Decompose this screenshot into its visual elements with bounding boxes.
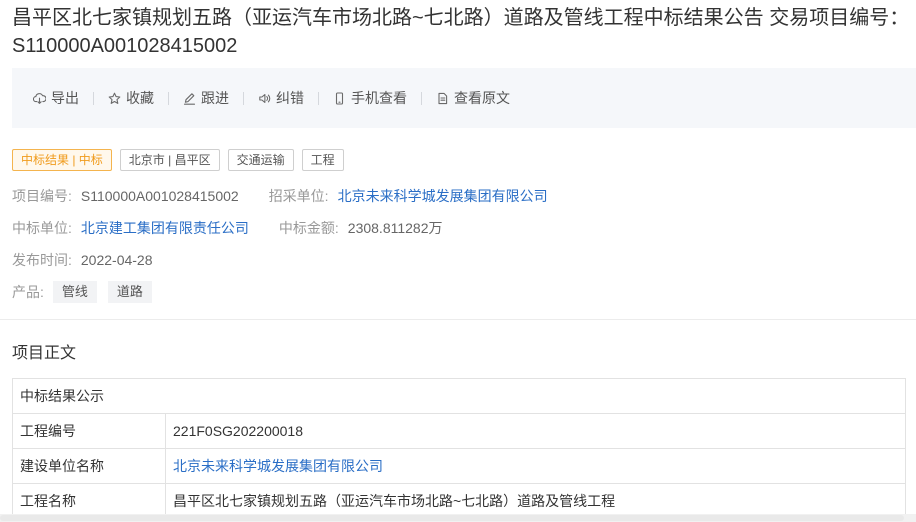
amount-label: 中标金额: xyxy=(278,220,339,236)
toolbar-divider xyxy=(93,91,94,105)
tag-list: 中标结果 | 中标 北京市 | 昌平区 交通运输 工程 xyxy=(12,149,352,171)
table-row: 工程名称 昌平区北七家镇规划五路（亚运汽车市场北路~七北路）道路及管线工程 xyxy=(12,483,906,518)
report-error-button[interactable]: 纠错 xyxy=(258,88,304,108)
publish-date-value: 2022-04-28 xyxy=(80,252,153,268)
table-value-cell: 221F0SG202200018 xyxy=(165,413,906,449)
table-row: 中标结果公示 xyxy=(12,378,906,414)
project-info: 项目编号: S110000A001028415002 招采单位: 北京未来科学城… xyxy=(12,180,912,308)
report-error-label: 纠错 xyxy=(276,90,304,106)
info-row: 项目编号: S110000A001028415002 招采单位: 北京未来科学城… xyxy=(12,180,912,212)
bid-result-page: 昌平区北七家镇规划五路（亚运汽车市场北路~七北路）道路及管线工程中标结果公告 交… xyxy=(0,0,916,522)
products-label: 产品: xyxy=(12,284,44,300)
product-tag[interactable]: 管线 xyxy=(52,281,97,303)
table-label-cell: 工程编号 xyxy=(12,413,166,449)
table-label-cell: 工程名称 xyxy=(12,483,166,518)
amount-value: 2308.811282万 xyxy=(347,220,443,236)
speaker-icon xyxy=(259,93,271,103)
scrollbar-thumb[interactable] xyxy=(0,515,904,521)
table-row: 建设单位名称 北京未来科学城发展集团有限公司 xyxy=(12,448,906,484)
publish-date-label: 发布时间: xyxy=(12,252,72,268)
region-tag: 北京市 | 昌平区 xyxy=(119,149,220,171)
industry-tag: 交通运输 xyxy=(227,149,294,171)
view-original-button[interactable]: 查看原文 xyxy=(436,88,510,108)
section-title: 项目正文 xyxy=(12,345,77,362)
phone-icon xyxy=(335,91,344,105)
category-tag: 工程 xyxy=(301,149,344,171)
table-value-cell: 昌平区北七家镇规划五路（亚运汽车市场北路~七北路）道路及管线工程 xyxy=(165,483,906,518)
table-row: 工程编号 221F0SG202200018 xyxy=(12,413,906,449)
toolbar-divider xyxy=(318,91,319,105)
winner-label: 中标单位: xyxy=(12,220,72,236)
star-icon xyxy=(108,92,121,104)
page-title: 昌平区北七家镇规划五路（亚运汽车市场北路~七北路）道路及管线工程中标结果公告 交… xyxy=(12,7,910,57)
project-number-label: 项目编号: xyxy=(12,188,72,204)
project-number-value: S110000A001028415002 xyxy=(80,188,239,204)
info-row: 中标单位: 北京建工集团有限责任公司 中标金额: 2308.811282万 xyxy=(12,212,912,244)
toolbar-divider xyxy=(243,91,244,105)
purchaser-label: 招采单位: xyxy=(268,188,329,204)
purchaser-link[interactable]: 北京未来科学城发展集团有限公司 xyxy=(338,186,548,206)
info-row: 发布时间: 2022-04-28 xyxy=(12,244,912,276)
export-label: 导出 xyxy=(51,90,79,106)
toolbar-divider xyxy=(168,91,169,105)
mobile-view-button[interactable]: 手机查看 xyxy=(333,88,407,108)
table-caption-cell: 中标结果公示 xyxy=(12,378,906,414)
info-row: 产品: 管线 道路 xyxy=(12,276,912,308)
follow-up-label: 跟进 xyxy=(201,90,229,106)
export-button[interactable]: 导出 xyxy=(33,88,79,108)
toolbar-divider xyxy=(421,91,422,105)
bid-result-table: 中标结果公示 工程编号 221F0SG202200018 建设单位名称 北京未来… xyxy=(12,378,906,518)
horizontal-scrollbar[interactable] xyxy=(0,514,916,522)
construction-unit-link[interactable]: 北京未来科学城发展集团有限公司 xyxy=(173,458,383,474)
action-toolbar: 导出 收藏 跟进 纠错 手机查看 查看原文 xyxy=(12,68,916,128)
document-icon xyxy=(438,92,448,104)
table-label-cell: 建设单位名称 xyxy=(12,448,166,484)
view-original-label: 查看原文 xyxy=(454,90,510,106)
follow-up-button[interactable]: 跟进 xyxy=(183,88,229,108)
table-value-cell: 北京未来科学城发展集团有限公司 xyxy=(165,448,906,484)
product-tag[interactable]: 道路 xyxy=(107,281,152,303)
pen-icon xyxy=(183,92,196,105)
favorite-label: 收藏 xyxy=(126,90,154,106)
winner-link[interactable]: 北京建工集团有限责任公司 xyxy=(81,218,249,238)
export-icon xyxy=(33,92,46,104)
section-divider xyxy=(0,319,916,320)
favorite-button[interactable]: 收藏 xyxy=(108,88,154,108)
mobile-view-label: 手机查看 xyxy=(351,90,407,106)
status-badge: 中标结果 | 中标 xyxy=(12,149,112,171)
